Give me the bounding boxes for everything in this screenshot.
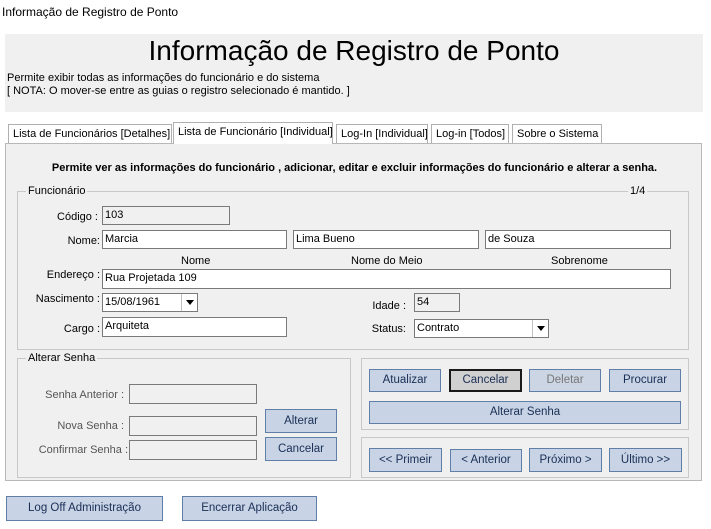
chevron-down-icon[interactable] bbox=[532, 320, 548, 337]
age-label: Idade : bbox=[372, 300, 406, 312]
role-field[interactable]: Arquiteta bbox=[102, 317, 287, 337]
last-record-button[interactable]: Último >> bbox=[609, 448, 682, 472]
role-label: Cargo : bbox=[63, 323, 100, 335]
tab-login-todos[interactable]: Log-in [Todos] bbox=[431, 124, 509, 143]
header-note: [ NOTA: O mover-se entre as guias o regi… bbox=[7, 85, 350, 97]
age-field[interactable]: 54 bbox=[414, 293, 460, 312]
tab-sobre[interactable]: Sobre o Sistema bbox=[512, 124, 602, 143]
address-label: Endereço : bbox=[46, 269, 100, 281]
birth-label: Nascimento : bbox=[35, 293, 100, 305]
old-password-label: Senha Anterior : bbox=[45, 389, 124, 401]
middle-name-field[interactable]: Lima Bueno bbox=[293, 230, 479, 249]
header-panel: Informação de Registro de Ponto Permite … bbox=[5, 34, 703, 112]
birth-date-value: 15/08/1961 bbox=[105, 296, 161, 308]
cancel-button[interactable]: Cancelar bbox=[449, 369, 522, 392]
search-button[interactable]: Procurar bbox=[609, 369, 681, 392]
next-record-button[interactable]: Próximo > bbox=[529, 448, 602, 472]
new-password-label: Nova Senha : bbox=[57, 420, 124, 432]
tab-login-individual[interactable]: Log-In [Individual] bbox=[336, 124, 428, 143]
tab-lista-detalhes[interactable]: Lista de Funcionários [Detalhes] bbox=[8, 124, 172, 143]
tab-strip: Lista de Funcionários [Detalhes] Lista d… bbox=[5, 122, 705, 144]
update-button[interactable]: Atualizar bbox=[369, 369, 441, 392]
last-name-field[interactable]: de Souza bbox=[485, 230, 671, 249]
tab-panel: Permite ver as informações do funcionári… bbox=[5, 143, 702, 481]
col-middle-name: Nome do Meio bbox=[351, 255, 423, 267]
delete-button[interactable]: Deletar bbox=[529, 369, 601, 392]
status-select[interactable]: Contrato bbox=[414, 319, 549, 338]
change-password-cancel-button[interactable]: Cancelar bbox=[265, 437, 337, 461]
chevron-down-icon[interactable] bbox=[181, 294, 197, 311]
page-title: Informação de Registro de Ponto bbox=[148, 35, 560, 66]
first-record-button[interactable]: << Primeir bbox=[369, 448, 442, 472]
confirm-password-field[interactable] bbox=[129, 440, 257, 460]
employee-legend: Funcionário bbox=[26, 185, 88, 198]
window-title: Informação de Registro de Ponto bbox=[2, 5, 179, 19]
old-password-field[interactable] bbox=[129, 384, 257, 404]
tab-lista-individual[interactable]: Lista de Funcionário [Individual] bbox=[173, 122, 333, 144]
address-field[interactable]: Rua Projetada 109 bbox=[102, 269, 671, 289]
birth-date-picker[interactable]: 15/08/1961 bbox=[102, 293, 198, 312]
exit-application-button[interactable]: Encerrar Aplicação bbox=[182, 496, 317, 521]
col-first-name: Nome bbox=[181, 255, 211, 267]
first-name-field[interactable]: Marcia bbox=[102, 230, 287, 249]
password-legend: Alterar Senha bbox=[26, 352, 98, 365]
code-label: Código : bbox=[57, 211, 98, 223]
new-password-field[interactable] bbox=[129, 416, 257, 436]
name-label: Nome: bbox=[67, 235, 100, 247]
panel-intro: Permite ver as informações do funcionári… bbox=[51, 162, 658, 174]
change-password-button[interactable]: Alterar Senha bbox=[369, 401, 681, 424]
previous-record-button[interactable]: < Anterior bbox=[450, 449, 522, 472]
header-description: Permite exibir todas as informações do f… bbox=[7, 72, 320, 84]
col-last-name: Sobrenome bbox=[551, 255, 608, 267]
logoff-admin-button[interactable]: Log Off Administração bbox=[6, 496, 163, 521]
record-counter: 1/4 bbox=[628, 185, 648, 198]
change-password-confirm-button[interactable]: Alterar bbox=[265, 409, 337, 433]
code-field[interactable]: 103 bbox=[102, 206, 230, 225]
confirm-password-label: Confirmar Senha : bbox=[38, 444, 128, 456]
status-label: Status: bbox=[371, 323, 406, 335]
status-value: Contrato bbox=[417, 322, 460, 334]
